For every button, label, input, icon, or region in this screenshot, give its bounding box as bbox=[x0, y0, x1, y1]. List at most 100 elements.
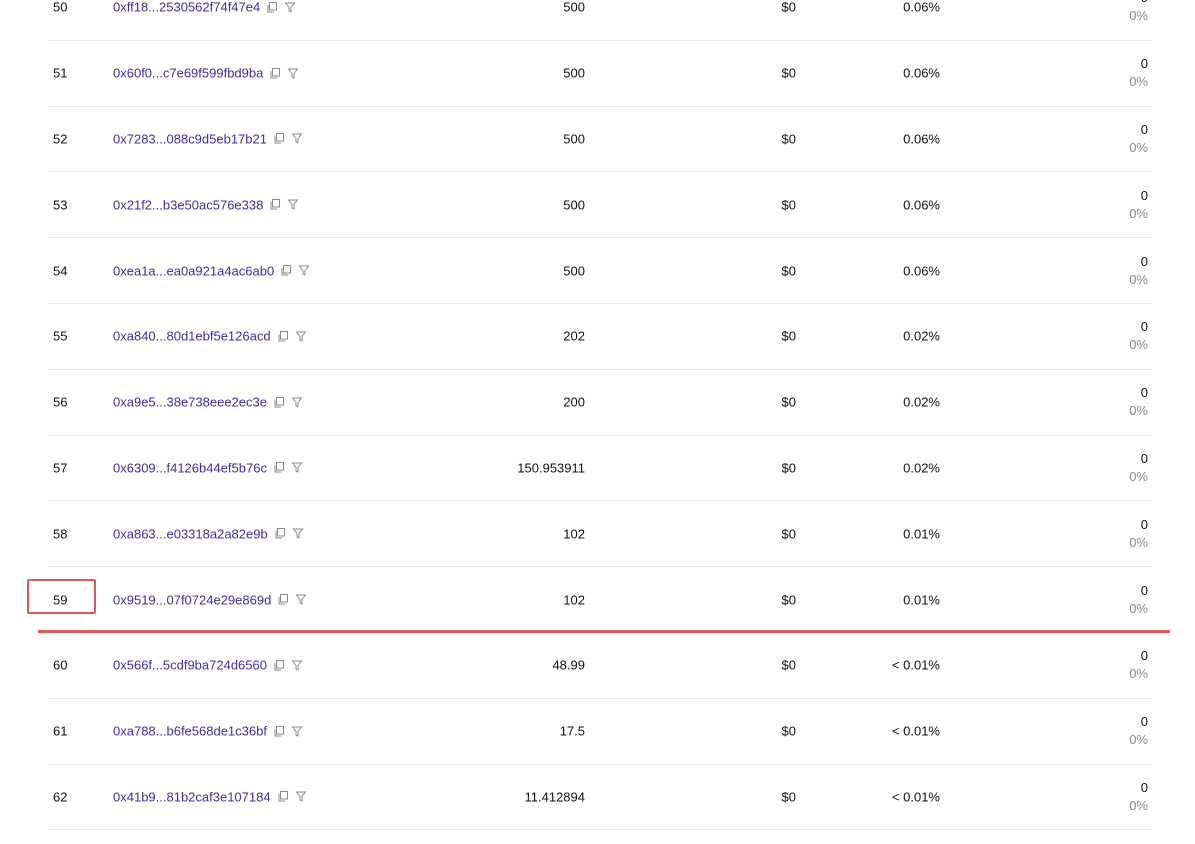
change-percent: 0% bbox=[1129, 8, 1148, 24]
address-cell: 0x566f...5cdf9ba724d6560 bbox=[113, 658, 303, 673]
rank-cell: 51 bbox=[53, 65, 68, 81]
address-link[interactable]: 0x41b9...81b2caf3e107184 bbox=[113, 789, 271, 804]
value-cell: $0 bbox=[781, 789, 796, 805]
address-link[interactable]: 0xa863...e03318a2a82e9b bbox=[113, 526, 268, 541]
change-value: 0 bbox=[1140, 253, 1148, 269]
change-cell: 0 0% bbox=[1129, 55, 1148, 91]
rank-cell: 50 bbox=[53, 0, 68, 15]
change-value: 0 bbox=[1140, 56, 1148, 72]
quantity-cell: 48.99 bbox=[552, 657, 585, 673]
percentage-cell: 0.02% bbox=[903, 328, 940, 344]
table-row: 50 0xff18...2530562f74f47e4 500 $0 0.06%… bbox=[48, 0, 1151, 41]
address-link[interactable]: 0x60f0...c7e69f599fbd9ba bbox=[113, 66, 263, 81]
holders-table: 50 0xff18...2530562f74f47e4 500 $0 0.06%… bbox=[48, 0, 1151, 831]
address-cell: 0xa9e5...38e738eee2ec3e bbox=[113, 395, 303, 410]
rank-cell: 62 bbox=[53, 789, 68, 805]
copy-icon[interactable] bbox=[273, 659, 285, 671]
rank-cell: 57 bbox=[53, 460, 68, 476]
filter-icon[interactable] bbox=[291, 462, 303, 474]
change-percent: 0% bbox=[1129, 666, 1148, 682]
address-link[interactable]: 0x6309...f4126b44ef5b76c bbox=[113, 460, 267, 475]
address-link[interactable]: 0xa840...80d1ebf5e126acd bbox=[113, 329, 271, 344]
filter-icon[interactable] bbox=[287, 199, 299, 211]
rank-cell: 58 bbox=[53, 526, 68, 542]
quantity-cell: 102 bbox=[563, 526, 585, 542]
change-value: 0 bbox=[1140, 648, 1148, 664]
quantity-cell: 500 bbox=[563, 197, 585, 213]
value-cell: $0 bbox=[781, 657, 796, 673]
filter-icon[interactable] bbox=[291, 396, 303, 408]
address-link[interactable]: 0xff18...2530562f74f47e4 bbox=[113, 0, 260, 15]
change-value: 0 bbox=[1129, 0, 1148, 7]
filter-icon[interactable] bbox=[295, 330, 307, 342]
filter-icon[interactable] bbox=[284, 1, 296, 13]
change-percent: 0% bbox=[1129, 534, 1148, 550]
copy-icon[interactable] bbox=[269, 199, 281, 211]
table-row: 54 0xea1a...ea0a921a4ac6ab0 500 $0 0.06%… bbox=[48, 238, 1151, 304]
filter-icon[interactable] bbox=[291, 725, 303, 737]
change-cell: 0 0% bbox=[1129, 318, 1148, 354]
table-row: 56 0xa9e5...38e738eee2ec3e 200 $0 0.02% … bbox=[48, 370, 1151, 436]
change-percent: 0% bbox=[1129, 74, 1148, 90]
table-row: 60 0x566f...5cdf9ba724d6560 48.99 $0 < 0… bbox=[48, 633, 1151, 699]
table-row: 53 0x21f2...b3e50ac576e338 500 $0 0.06% … bbox=[48, 172, 1151, 239]
copy-icon[interactable] bbox=[277, 330, 289, 342]
percentage-cell: 0.01% bbox=[903, 592, 940, 608]
change-value: 0 bbox=[1140, 121, 1148, 137]
change-percent: 0% bbox=[1129, 205, 1148, 221]
percentage-cell: < 0.01% bbox=[891, 657, 940, 673]
filter-icon[interactable] bbox=[295, 791, 307, 803]
rank-cell: 59 bbox=[53, 592, 68, 608]
address-link[interactable]: 0xa9e5...38e738eee2ec3e bbox=[113, 395, 267, 410]
address-link[interactable]: 0x566f...5cdf9ba724d6560 bbox=[113, 658, 267, 673]
table-row: 52 0x7283...088c9d5eb17b21 500 $0 0.06% … bbox=[48, 107, 1151, 173]
copy-icon[interactable] bbox=[277, 594, 289, 606]
change-cell: 0 0% bbox=[1129, 582, 1148, 618]
filter-icon[interactable] bbox=[287, 67, 299, 79]
address-link[interactable]: 0x21f2...b3e50ac576e338 bbox=[113, 197, 263, 212]
copy-icon[interactable] bbox=[273, 462, 285, 474]
change-percent: 0% bbox=[1129, 337, 1148, 353]
percentage-cell: < 0.01% bbox=[891, 789, 940, 805]
address-link[interactable]: 0xea1a...ea0a921a4ac6ab0 bbox=[113, 263, 274, 278]
copy-icon[interactable] bbox=[277, 791, 289, 803]
value-cell: $0 bbox=[781, 263, 796, 279]
change-cell: 0 0% bbox=[1129, 121, 1148, 157]
copy-icon[interactable] bbox=[274, 528, 286, 540]
change-value: 0 bbox=[1140, 187, 1148, 203]
change-percent: 0% bbox=[1129, 139, 1148, 155]
address-link[interactable]: 0x7283...088c9d5eb17b21 bbox=[113, 131, 267, 146]
copy-icon[interactable] bbox=[280, 265, 292, 277]
copy-icon[interactable] bbox=[273, 725, 285, 737]
address-cell: 0xea1a...ea0a921a4ac6ab0 bbox=[113, 263, 310, 278]
value-cell: $0 bbox=[781, 394, 796, 410]
filter-icon[interactable] bbox=[291, 659, 303, 671]
copy-icon[interactable] bbox=[273, 396, 285, 408]
address-link[interactable]: 0x9519...07f0724e29e869d bbox=[113, 592, 271, 607]
rank-cell: 60 bbox=[53, 657, 68, 673]
address-link[interactable]: 0xa788...b6fe568de1c36bf bbox=[113, 724, 267, 739]
change-percent: 0% bbox=[1129, 732, 1148, 748]
change-percent: 0% bbox=[1129, 271, 1148, 287]
rank-cell: 55 bbox=[53, 328, 68, 344]
copy-icon[interactable] bbox=[273, 133, 285, 145]
change-value: 0 bbox=[1140, 319, 1148, 335]
change-percent: 0% bbox=[1129, 468, 1148, 484]
address-cell: 0x6309...f4126b44ef5b76c bbox=[113, 460, 303, 475]
quantity-cell: 200 bbox=[563, 394, 585, 410]
copy-icon[interactable] bbox=[269, 67, 281, 79]
change-percent: 0% bbox=[1129, 600, 1148, 616]
percentage-cell: 0.06% bbox=[903, 197, 940, 213]
table-row: 62 0x41b9...81b2caf3e107184 11.412894 $0… bbox=[48, 765, 1151, 831]
filter-icon[interactable] bbox=[298, 265, 310, 277]
percentage-cell: 0.02% bbox=[903, 460, 940, 476]
change-value: 0 bbox=[1140, 779, 1148, 795]
percentage-cell: < 0.01% bbox=[891, 723, 940, 739]
filter-icon[interactable] bbox=[292, 528, 304, 540]
change-value: 0 bbox=[1140, 714, 1148, 730]
filter-icon[interactable] bbox=[291, 133, 303, 145]
value-cell: $0 bbox=[781, 65, 796, 81]
copy-icon[interactable] bbox=[266, 1, 278, 13]
value-cell: $0 bbox=[781, 460, 796, 476]
filter-icon[interactable] bbox=[295, 594, 307, 606]
